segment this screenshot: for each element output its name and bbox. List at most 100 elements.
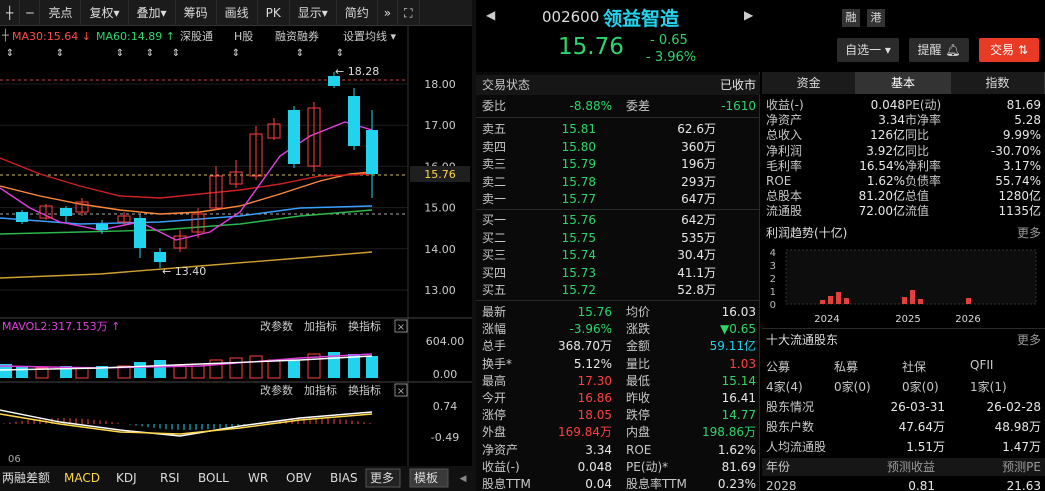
quote-label: 换手* <box>482 356 513 371</box>
toolbar-highlight[interactable]: 亮点 <box>40 0 82 26</box>
minus-icon[interactable]: ─ <box>20 0 41 26</box>
crosshair-icon[interactable]: ┼ <box>0 0 21 26</box>
quote-label: 跌停 <box>626 408 651 423</box>
sell-level-volume: 62.6万 <box>677 122 716 136</box>
quote-row: 最高 17.30 最低 15.14 <box>476 372 760 390</box>
quote-label: 均价 <box>626 305 651 319</box>
quote-label: 总手 <box>482 339 507 354</box>
profit-more-link[interactable]: 更多 <box>1017 224 1041 242</box>
profit-year-label: 2024 <box>814 314 839 325</box>
profit-y-tick: 2 <box>770 274 776 285</box>
tab-5[interactable]: WR <box>248 471 268 485</box>
candle-body <box>16 212 28 222</box>
quote-value: 169.84万 <box>558 425 612 440</box>
tab-0[interactable]: 两融差额 <box>2 471 50 485</box>
toolbar-chips[interactable]: 筹码 <box>176 0 217 26</box>
quote-value: 17.30 <box>577 373 612 388</box>
tab-index[interactable]: 指数 <box>951 72 1045 94</box>
profit-title: 利润趋势(十亿) <box>766 226 848 240</box>
nav-prev-icon[interactable]: ◀ <box>486 8 495 22</box>
fund-label: 流值 <box>905 204 930 219</box>
candle-body <box>366 130 378 174</box>
buy-level-volume: 30.4万 <box>677 248 716 262</box>
volume-bar <box>173 365 187 379</box>
sell-level-name: 卖三 <box>482 157 507 171</box>
buy-level-volume: 41.1万 <box>677 265 716 280</box>
tab-7[interactable]: BIAS <box>330 471 358 485</box>
tab-basic[interactable]: 基本 <box>856 72 951 94</box>
tab-8[interactable]: 更多 <box>370 471 394 485</box>
quote-row: 股息TTM 0.04 股息率TTM 0.23% <box>476 475 760 491</box>
holder-count: 0家(0) <box>834 380 871 394</box>
watchlist-button[interactable]: 自选一 ▾ <box>837 38 899 62</box>
candle-body <box>154 252 166 262</box>
quote-value: 1.03 <box>729 356 756 371</box>
quote-row: 总手 368.70万 金额 59.11亿 <box>476 337 760 355</box>
stock-name[interactable]: 领益智造 <box>603 4 679 31</box>
toolbar-adjust[interactable]: 复权▾ <box>81 0 129 26</box>
holder-value: 26-03-31 <box>890 400 945 414</box>
remind-label: 提醒 <box>917 43 942 57</box>
quote-value: -3.96% <box>569 322 612 337</box>
margin-badge[interactable]: 融 <box>842 9 860 27</box>
ma30-legend: MA30:15.64 ↓ <box>12 30 91 43</box>
tab-2[interactable]: KDJ <box>116 471 137 485</box>
profit-year-label: 2025 <box>895 314 920 325</box>
tab-4[interactable]: BOLL <box>198 471 229 485</box>
profit-bar <box>836 292 841 304</box>
forecast-eps: 0.81 <box>908 479 935 491</box>
volume-bar <box>134 362 146 378</box>
tab-6[interactable]: OBV <box>286 471 312 485</box>
vol-axis-tick: 0.00 <box>433 368 458 381</box>
tab-1[interactable]: MACD <box>64 471 100 485</box>
kline-chart-area[interactable]: ┼ MA30:15.64 ↓ MA60:14.89 ↑ 深股通 H股 融资融券 设置均线 ▾… <box>0 26 472 491</box>
holders-more-link[interactable]: 更多 <box>1017 331 1041 349</box>
fund-value: 55.74% <box>995 174 1041 188</box>
hk-badge[interactable]: 港 <box>867 9 885 27</box>
quote-value: 368.70万 <box>558 339 612 354</box>
profit-bar <box>902 297 907 304</box>
profit-bar <box>910 290 915 304</box>
buy-level-name: 买二 <box>482 230 507 245</box>
chevron-down-icon: ▾ <box>884 43 891 57</box>
candle-body <box>288 110 300 164</box>
holders-header: 十大流通股东 更多 <box>762 331 1045 349</box>
holder-row: 人均流通股 1.51万 1.47万 <box>762 438 1045 456</box>
fund-label: 总收入 <box>766 128 803 143</box>
quote-row: 今开 16.86 昨收 16.41 <box>476 389 760 407</box>
profit-year-label: 2026 <box>955 314 980 325</box>
quote-label: 今开 <box>482 391 507 405</box>
double-chevron-right-icon[interactable]: » <box>378 0 399 26</box>
fund-value: 16.54% <box>859 158 905 173</box>
trade-button[interactable]: 交易 ⇅ <box>979 38 1039 62</box>
toolbar-draw[interactable]: 画线 <box>217 0 258 26</box>
sell-level-price: 15.79 <box>561 157 596 171</box>
quote-label: 量比 <box>626 356 651 371</box>
tab-capital[interactable]: 资金 <box>762 72 857 94</box>
fund-label: 毛利率 <box>766 158 803 173</box>
fund-value: 3.17% <box>1002 158 1041 173</box>
fund-value: 0.048 <box>870 98 905 112</box>
holder-count: 1家(1) <box>970 380 1007 394</box>
buy-level-volume: 642万 <box>681 213 716 227</box>
buy-level-row: 买五 15.72 52.8万 <box>476 281 760 299</box>
price-axis-tick: 17.00 <box>424 119 456 132</box>
tab-9[interactable]: 模板 <box>414 471 438 485</box>
fund-label: 净利润 <box>766 143 803 158</box>
toolbar-simple[interactable]: 简约 <box>337 0 378 26</box>
kline-svg[interactable]: ┼ MA30:15.64 ↓ MA60:14.89 ↑ 深股通 H股 融资融券 设置均线 ▾… <box>0 26 472 491</box>
ma10-line <box>0 157 373 199</box>
toolbar-display[interactable]: 显示▾ <box>290 0 337 26</box>
quote-label: 涨跌 <box>626 322 651 337</box>
tab-3[interactable]: RSI <box>160 471 180 485</box>
last-price-tag: 15.76 <box>424 168 456 181</box>
nav-next-icon[interactable]: ▶ <box>744 8 753 22</box>
expand-icon[interactable]: ⛶ <box>398 0 420 26</box>
toolbar-pk[interactable]: PK <box>258 0 290 26</box>
forecast-pe: 21.63 <box>1006 479 1041 491</box>
chart-toolbar: ┼ ─ 亮点 复权▾ 叠加▾ 筹码 画线 PK 显示▾ 简约 » ⛶ <box>0 0 472 26</box>
remind-button[interactable]: 提醒 🔔︎ <box>909 38 969 62</box>
quote-row: 外盘 169.84万 内盘 198.86万 <box>476 423 760 441</box>
toolbar-overlay[interactable]: 叠加▾ <box>129 0 176 26</box>
h-share-legend: H股 <box>234 30 253 43</box>
